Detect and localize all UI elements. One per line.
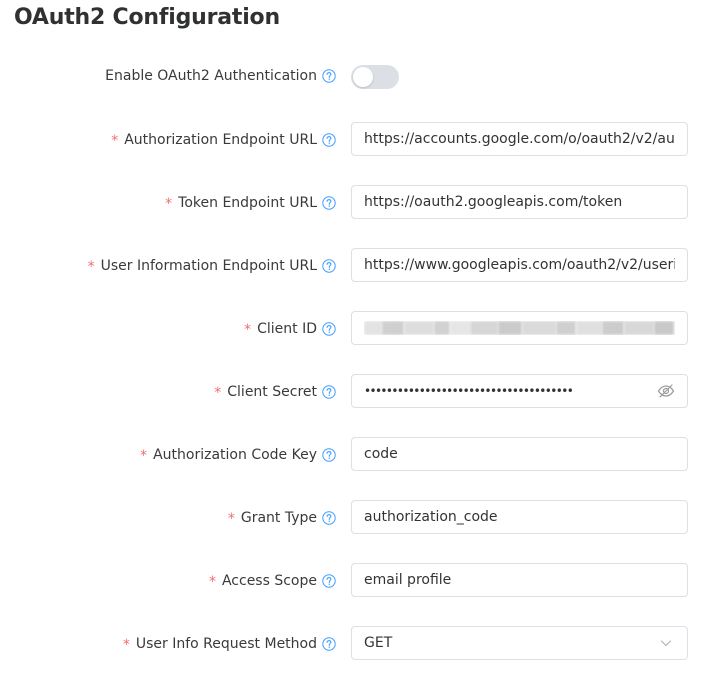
help-icon[interactable]	[322, 574, 336, 588]
form-row-userinfo-endpoint: * User Information Endpoint URL https://…	[0, 248, 719, 284]
token-endpoint-value: https://oauth2.googleapis.com/token	[364, 194, 623, 210]
auth-endpoint-label: * Authorization Endpoint URL	[111, 122, 336, 158]
required-mark: *	[111, 133, 119, 149]
auth-code-key-label-text: Authorization Code Key	[153, 447, 317, 463]
userinfo-endpoint-input[interactable]: https://www.googleapis.com/oauth2/v2/use…	[351, 248, 688, 282]
form-row-client-id: * Client ID	[0, 311, 719, 347]
help-icon[interactable]	[322, 133, 336, 147]
token-endpoint-label: * Token Endpoint URL	[165, 185, 336, 221]
auth-endpoint-label-text: Authorization Endpoint URL	[124, 132, 317, 148]
access-scope-input[interactable]: email profile	[351, 563, 688, 597]
help-icon[interactable]	[322, 448, 336, 462]
form-row-enable: Enable OAuth2 Authentication	[0, 58, 719, 94]
form-row-grant-type: * Grant Type authorization_code	[0, 500, 719, 536]
client-id-input[interactable]	[351, 311, 688, 345]
client-secret-value: ••••••••••••••••••••••••••••••••••••••	[364, 384, 574, 398]
client-secret-input[interactable]: ••••••••••••••••••••••••••••••••••••••	[351, 374, 688, 408]
help-icon[interactable]	[322, 69, 336, 83]
grant-type-label: * Grant Type	[228, 500, 336, 536]
userinfo-endpoint-label-text: User Information Endpoint URL	[100, 258, 317, 274]
grant-type-input[interactable]: authorization_code	[351, 500, 688, 534]
form-row-auth-code-key: * Authorization Code Key code	[0, 437, 719, 473]
toggle-knob	[353, 67, 373, 87]
page-title: OAuth2 Configuration	[14, 5, 280, 30]
help-icon[interactable]	[322, 322, 336, 336]
required-mark: *	[165, 196, 173, 212]
access-scope-label: * Access Scope	[209, 563, 336, 599]
required-mark: *	[214, 385, 222, 401]
required-mark: *	[140, 448, 148, 464]
help-icon[interactable]	[322, 385, 336, 399]
help-icon[interactable]	[322, 196, 336, 210]
enable-label-text: Enable OAuth2 Authentication	[105, 68, 317, 84]
client-secret-label-text: Client Secret	[227, 384, 317, 400]
token-endpoint-input[interactable]: https://oauth2.googleapis.com/token	[351, 185, 688, 219]
form-row-client-secret: * Client Secret ••••••••••••••••••••••••…	[0, 374, 719, 410]
required-mark: *	[122, 637, 130, 653]
form-row-request-method: * User Info Request Method GET	[0, 626, 719, 662]
form-row-auth-endpoint: * Authorization Endpoint URL https://acc…	[0, 122, 719, 158]
client-secret-label: * Client Secret	[214, 374, 336, 410]
enable-oauth2-toggle[interactable]	[351, 65, 399, 89]
request-method-label-text: User Info Request Method	[135, 636, 317, 652]
auth-code-key-input[interactable]: code	[351, 437, 688, 471]
access-scope-value: email profile	[364, 572, 452, 588]
form-row-token-endpoint: * Token Endpoint URL https://oauth2.goog…	[0, 185, 719, 221]
enable-label: Enable OAuth2 Authentication	[105, 58, 336, 94]
eye-hidden-icon[interactable]	[657, 382, 675, 400]
auth-code-key-label: * Authorization Code Key	[140, 437, 336, 473]
form-row-access-scope: * Access Scope email profile	[0, 563, 719, 599]
required-mark: *	[208, 574, 216, 590]
client-id-label: * Client ID	[244, 311, 336, 347]
token-endpoint-label-text: Token Endpoint URL	[178, 195, 317, 211]
access-scope-label-text: Access Scope	[221, 573, 317, 589]
help-icon[interactable]	[322, 259, 336, 273]
auth-endpoint-input[interactable]: https://accounts.google.com/o/oauth2/v2/…	[351, 122, 688, 156]
request-method-select[interactable]: GET	[351, 626, 688, 660]
request-method-label: * User Info Request Method	[123, 626, 336, 662]
chevron-down-icon[interactable]	[657, 634, 675, 652]
required-mark: *	[227, 511, 235, 527]
help-icon[interactable]	[322, 637, 336, 651]
userinfo-endpoint-label: * User Information Endpoint URL	[88, 248, 336, 284]
client-id-redacted-value	[364, 321, 675, 335]
auth-code-key-value: code	[364, 446, 398, 462]
required-mark: *	[87, 259, 95, 275]
client-id-label-text: Client ID	[257, 321, 317, 337]
grant-type-value: authorization_code	[364, 509, 498, 525]
auth-endpoint-value: https://accounts.google.com/o/oauth2/v2/…	[364, 131, 675, 147]
request-method-value: GET	[364, 635, 393, 651]
help-icon[interactable]	[322, 511, 336, 525]
userinfo-endpoint-value: https://www.googleapis.com/oauth2/v2/use…	[364, 257, 675, 273]
required-mark: *	[244, 322, 252, 338]
grant-type-label-text: Grant Type	[240, 510, 317, 526]
